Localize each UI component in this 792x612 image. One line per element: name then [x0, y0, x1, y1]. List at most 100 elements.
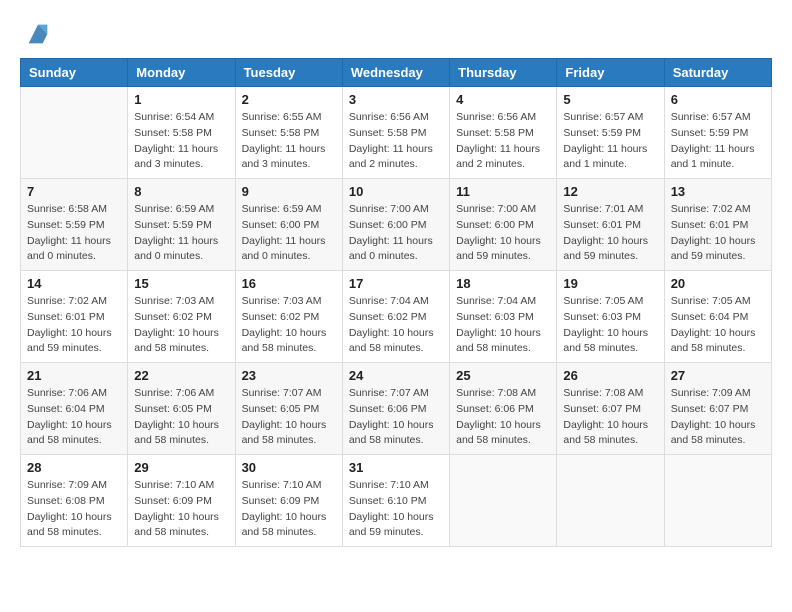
- calendar-cell: 16 Sunrise: 7:03 AMSunset: 6:02 PMDayligh…: [235, 271, 342, 363]
- day-info: Sunrise: 7:06 AMSunset: 6:04 PMDaylight:…: [27, 386, 121, 449]
- day-number: 5: [563, 92, 657, 107]
- day-info: Sunrise: 7:02 AMSunset: 6:01 PMDaylight:…: [27, 294, 121, 357]
- day-number: 6: [671, 92, 765, 107]
- calendar-header-friday: Friday: [557, 59, 664, 87]
- calendar-cell: 4 Sunrise: 6:56 AMSunset: 5:58 PMDaylight…: [450, 87, 557, 179]
- calendar-header-saturday: Saturday: [664, 59, 771, 87]
- day-info: Sunrise: 7:04 AMSunset: 6:03 PMDaylight:…: [456, 294, 550, 357]
- day-number: 3: [349, 92, 443, 107]
- calendar-cell: 21 Sunrise: 7:06 AMSunset: 6:04 PMDayligh…: [21, 363, 128, 455]
- calendar-cell: 13 Sunrise: 7:02 AMSunset: 6:01 PMDayligh…: [664, 179, 771, 271]
- calendar-cell: 9 Sunrise: 6:59 AMSunset: 6:00 PMDaylight…: [235, 179, 342, 271]
- day-info: Sunrise: 7:10 AMSunset: 6:10 PMDaylight:…: [349, 478, 443, 541]
- day-info: Sunrise: 6:56 AMSunset: 5:58 PMDaylight:…: [456, 110, 550, 173]
- day-number: 25: [456, 368, 550, 383]
- day-info: Sunrise: 6:57 AMSunset: 5:59 PMDaylight:…: [671, 110, 765, 173]
- calendar-cell: 10 Sunrise: 7:00 AMSunset: 6:00 PMDayligh…: [342, 179, 449, 271]
- day-number: 22: [134, 368, 228, 383]
- day-number: 10: [349, 184, 443, 199]
- calendar-cell: 22Sunrise: 7:06 AMSunset: 6:05 PMDayligh…: [128, 363, 235, 455]
- calendar-header-thursday: Thursday: [450, 59, 557, 87]
- day-number: 1: [134, 92, 228, 107]
- day-info: Sunrise: 7:02 AMSunset: 6:01 PMDaylight:…: [671, 202, 765, 265]
- day-number: 24: [349, 368, 443, 383]
- calendar-header-tuesday: Tuesday: [235, 59, 342, 87]
- calendar-cell: 20 Sunrise: 7:05 AMSunset: 6:04 PMDayligh…: [664, 271, 771, 363]
- calendar-cell: 5 Sunrise: 6:57 AMSunset: 5:59 PMDaylight…: [557, 87, 664, 179]
- calendar-table: SundayMondayTuesdayWednesdayThursdayFrid…: [20, 58, 772, 547]
- day-number: 13: [671, 184, 765, 199]
- day-number: 21: [27, 368, 121, 383]
- day-info: Sunrise: 6:56 AMSunset: 5:58 PMDaylight:…: [349, 110, 443, 173]
- day-number: 7: [27, 184, 121, 199]
- day-number: 9: [242, 184, 336, 199]
- day-info: Sunrise: 7:05 AMSunset: 6:04 PMDaylight:…: [671, 294, 765, 357]
- day-number: 16: [242, 276, 336, 291]
- calendar-cell: 19Sunrise: 7:05 AMSunset: 6:03 PMDayligh…: [557, 271, 664, 363]
- day-info: Sunrise: 6:59 AMSunset: 5:59 PMDaylight:…: [134, 202, 228, 265]
- calendar-cell: 6 Sunrise: 6:57 AMSunset: 5:59 PMDaylight…: [664, 87, 771, 179]
- day-number: 8: [134, 184, 228, 199]
- day-info: Sunrise: 7:09 AMSunset: 6:07 PMDaylight:…: [671, 386, 765, 449]
- calendar-cell: [21, 87, 128, 179]
- calendar-cell: 18 Sunrise: 7:04 AMSunset: 6:03 PMDayligh…: [450, 271, 557, 363]
- calendar-cell: 7 Sunrise: 6:58 AMSunset: 5:59 PMDaylight…: [21, 179, 128, 271]
- day-info: Sunrise: 7:00 AMSunset: 6:00 PMDaylight:…: [456, 202, 550, 265]
- calendar-cell: 26Sunrise: 7:08 AMSunset: 6:07 PMDayligh…: [557, 363, 664, 455]
- calendar-week-row: 7 Sunrise: 6:58 AMSunset: 5:59 PMDaylight…: [21, 179, 772, 271]
- calendar-cell: 30 Sunrise: 7:10 AMSunset: 6:09 PMDayligh…: [235, 455, 342, 547]
- day-number: 31: [349, 460, 443, 475]
- day-number: 27: [671, 368, 765, 383]
- calendar-cell: [557, 455, 664, 547]
- day-info: Sunrise: 6:58 AMSunset: 5:59 PMDaylight:…: [27, 202, 121, 265]
- day-number: 15: [134, 276, 228, 291]
- day-number: 17: [349, 276, 443, 291]
- calendar-cell: 25 Sunrise: 7:08 AMSunset: 6:06 PMDayligh…: [450, 363, 557, 455]
- day-info: Sunrise: 7:10 AMSunset: 6:09 PMDaylight:…: [242, 478, 336, 541]
- day-info: Sunrise: 7:08 AMSunset: 6:06 PMDaylight:…: [456, 386, 550, 449]
- calendar-cell: 24 Sunrise: 7:07 AMSunset: 6:06 PMDayligh…: [342, 363, 449, 455]
- calendar-cell: [450, 455, 557, 547]
- day-info: Sunrise: 7:07 AMSunset: 6:05 PMDaylight:…: [242, 386, 336, 449]
- calendar-cell: 3 Sunrise: 6:56 AMSunset: 5:58 PMDaylight…: [342, 87, 449, 179]
- day-number: 4: [456, 92, 550, 107]
- calendar-cell: 2 Sunrise: 6:55 AMSunset: 5:58 PMDaylight…: [235, 87, 342, 179]
- day-info: Sunrise: 7:07 AMSunset: 6:06 PMDaylight:…: [349, 386, 443, 449]
- day-info: Sunrise: 7:10 AMSunset: 6:09 PMDaylight:…: [134, 478, 228, 541]
- day-number: 19: [563, 276, 657, 291]
- logo-icon: [24, 20, 52, 48]
- calendar-header-monday: Monday: [128, 59, 235, 87]
- day-number: 30: [242, 460, 336, 475]
- calendar-cell: 23Sunrise: 7:07 AMSunset: 6:05 PMDayligh…: [235, 363, 342, 455]
- day-number: 12: [563, 184, 657, 199]
- calendar-week-row: 28Sunrise: 7:09 AMSunset: 6:08 PMDayligh…: [21, 455, 772, 547]
- calendar-cell: 15 Sunrise: 7:03 AMSunset: 6:02 PMDayligh…: [128, 271, 235, 363]
- logo: [20, 20, 52, 48]
- day-info: Sunrise: 6:59 AMSunset: 6:00 PMDaylight:…: [242, 202, 336, 265]
- day-number: 26: [563, 368, 657, 383]
- day-info: Sunrise: 6:55 AMSunset: 5:58 PMDaylight:…: [242, 110, 336, 173]
- day-info: Sunrise: 6:57 AMSunset: 5:59 PMDaylight:…: [563, 110, 657, 173]
- calendar-week-row: 1Sunrise: 6:54 AMSunset: 5:58 PMDaylight…: [21, 87, 772, 179]
- calendar-cell: 1Sunrise: 6:54 AMSunset: 5:58 PMDaylight…: [128, 87, 235, 179]
- day-info: Sunrise: 7:03 AMSunset: 6:02 PMDaylight:…: [242, 294, 336, 357]
- calendar-cell: 27 Sunrise: 7:09 AMSunset: 6:07 PMDayligh…: [664, 363, 771, 455]
- calendar-cell: 8 Sunrise: 6:59 AMSunset: 5:59 PMDaylight…: [128, 179, 235, 271]
- calendar-cell: 28Sunrise: 7:09 AMSunset: 6:08 PMDayligh…: [21, 455, 128, 547]
- day-number: 11: [456, 184, 550, 199]
- calendar-cell: 29Sunrise: 7:10 AMSunset: 6:09 PMDayligh…: [128, 455, 235, 547]
- calendar-cell: 31 Sunrise: 7:10 AMSunset: 6:10 PMDayligh…: [342, 455, 449, 547]
- day-number: 2: [242, 92, 336, 107]
- day-number: 18: [456, 276, 550, 291]
- day-info: Sunrise: 7:04 AMSunset: 6:02 PMDaylight:…: [349, 294, 443, 357]
- day-number: 28: [27, 460, 121, 475]
- day-info: Sunrise: 7:00 AMSunset: 6:00 PMDaylight:…: [349, 202, 443, 265]
- calendar-header-row: SundayMondayTuesdayWednesdayThursdayFrid…: [21, 59, 772, 87]
- day-number: 20: [671, 276, 765, 291]
- day-info: Sunrise: 7:03 AMSunset: 6:02 PMDaylight:…: [134, 294, 228, 357]
- day-number: 14: [27, 276, 121, 291]
- calendar-cell: [664, 455, 771, 547]
- calendar-week-row: 14 Sunrise: 7:02 AMSunset: 6:01 PMDayligh…: [21, 271, 772, 363]
- calendar-cell: 14 Sunrise: 7:02 AMSunset: 6:01 PMDayligh…: [21, 271, 128, 363]
- calendar-header-wednesday: Wednesday: [342, 59, 449, 87]
